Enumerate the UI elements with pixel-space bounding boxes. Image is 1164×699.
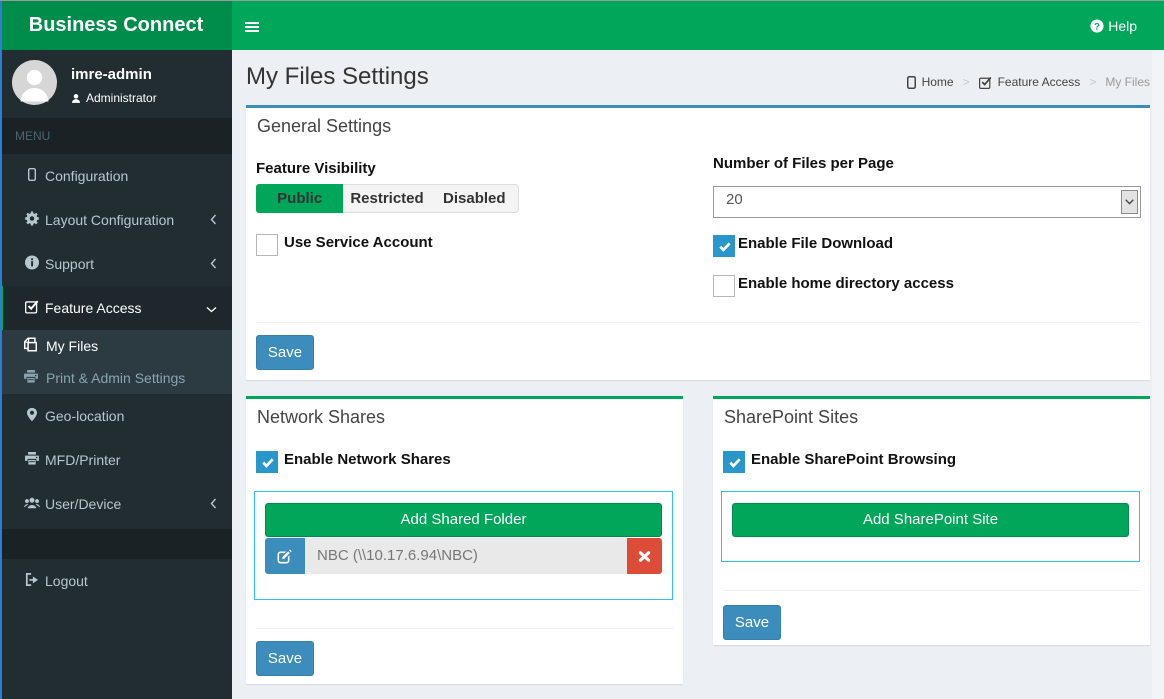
svg-text:?: ? [1094,21,1100,32]
